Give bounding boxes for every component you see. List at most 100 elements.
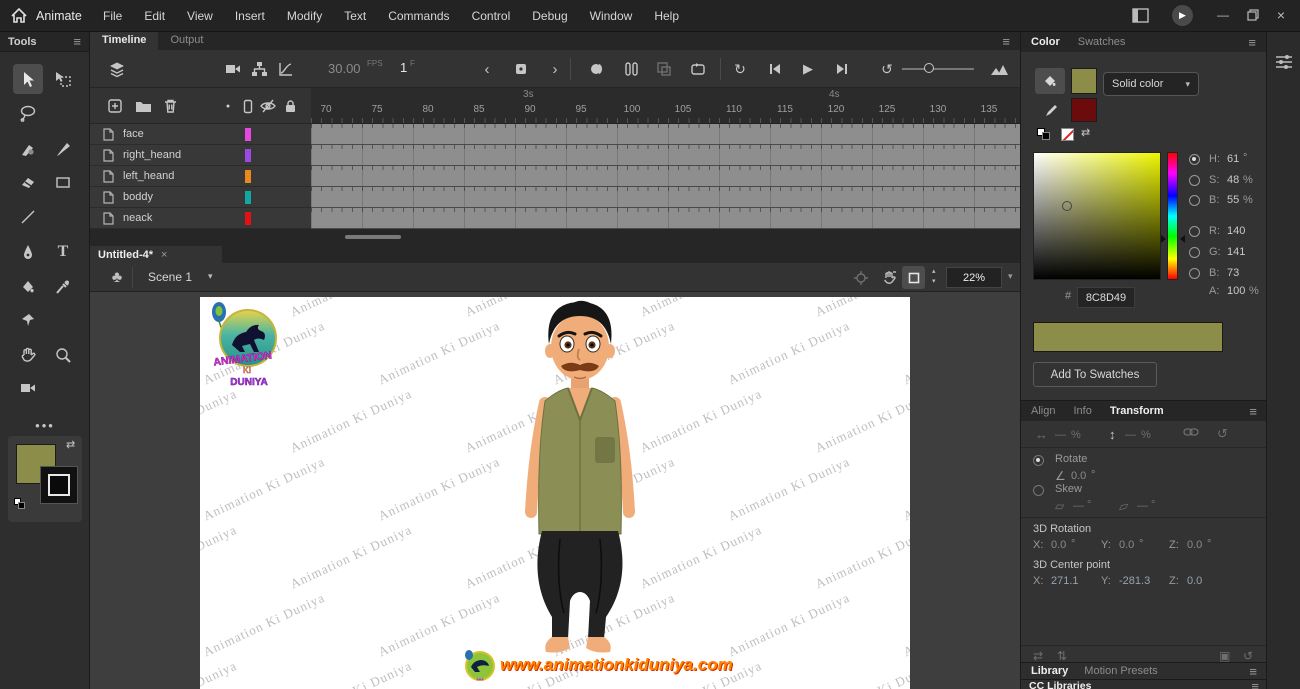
remove-transform-icon[interactable]: ↺ [1243, 649, 1253, 663]
g-value[interactable]: 141 [1227, 246, 1245, 258]
hue-slider[interactable] [1167, 152, 1178, 280]
rectangle-tool[interactable] [48, 167, 78, 197]
layer-row-boddy[interactable]: boddy [90, 187, 311, 208]
loop-playback-icon[interactable]: ↻ [729, 58, 751, 80]
onion-skin-icon[interactable] [586, 58, 608, 80]
timeline-zoom-knob[interactable] [924, 63, 934, 73]
scale-height-value[interactable]: — [1125, 429, 1136, 441]
document-tab[interactable]: Untitled-4* × [90, 246, 222, 263]
h-value[interactable]: 61 [1227, 153, 1239, 165]
frame-ruler[interactable]: 3s 4s 70 75 80 85 90 95 100 105 110 115 … [311, 88, 1020, 124]
hex-input[interactable] [1077, 287, 1135, 308]
layer-color-chip[interactable] [245, 212, 251, 225]
timeline-scroll-thumb[interactable] [345, 235, 401, 239]
frames-track[interactable] [311, 187, 1020, 208]
swap-colors-icon[interactable]: ⇄ [1081, 126, 1090, 139]
cc-libraries-menu-icon[interactable]: ≡ [1251, 680, 1259, 689]
saturation-brightness-picker[interactable] [1033, 152, 1161, 280]
tab-library[interactable]: Library [1031, 665, 1068, 677]
crosshair-icon[interactable] [850, 267, 872, 289]
library-menu-icon[interactable]: ≡ [1249, 665, 1257, 678]
hue-arrow-left[interactable] [1161, 235, 1166, 243]
tab-timeline[interactable]: Timeline [90, 32, 158, 50]
color-type-dropdown[interactable]: Solid color ▾ [1103, 72, 1199, 96]
layer-row-neack[interactable]: neack [90, 208, 311, 229]
previous-keyframe-icon[interactable]: ‹ [476, 58, 498, 80]
tools-menu-icon[interactable]: ≡ [73, 35, 81, 48]
b2-value[interactable]: 73 [1227, 267, 1239, 279]
scale-width-value[interactable]: — [1055, 429, 1066, 441]
classic-brush-tool[interactable] [48, 134, 78, 164]
zoom-chevron-icon[interactable]: ▾ [1008, 271, 1013, 282]
menu-insert[interactable]: Insert [235, 9, 265, 23]
center3d-z-value[interactable]: 0.0 [1187, 575, 1202, 587]
restore-button[interactable] [1238, 0, 1268, 30]
pen-tool[interactable] [13, 237, 43, 267]
workspace-icon[interactable] [1132, 8, 1149, 26]
step-back-icon[interactable] [764, 58, 786, 80]
frames-track[interactable] [311, 145, 1020, 166]
timeline-scrollbar[interactable] [90, 229, 1020, 246]
hand-tool[interactable] [13, 340, 43, 370]
fill-bucket-button[interactable] [1035, 68, 1065, 94]
lock-column-icon[interactable] [280, 96, 300, 116]
scene-name[interactable]: Scene 1 [148, 270, 192, 284]
eraser-tool[interactable] [13, 167, 43, 197]
loop-frames-icon[interactable] [687, 58, 709, 80]
flip-vertical-icon[interactable]: ⇅ [1057, 649, 1067, 663]
character-artwork[interactable] [500, 299, 660, 672]
minimize-button[interactable]: — [1208, 0, 1238, 30]
layer-row-face[interactable]: face [90, 124, 311, 145]
s-value[interactable]: 48 [1227, 174, 1239, 186]
default-colors-icon[interactable] [14, 498, 25, 509]
current-frame-value[interactable]: 1 [400, 60, 407, 75]
radio-b2[interactable] [1189, 268, 1200, 279]
selection-tool[interactable] [13, 64, 43, 94]
stage-canvas[interactable]: Animation Ki DuniyaAnimation Ki DuniyaAn… [200, 297, 910, 689]
layer-row-right-heand[interactable]: right_heand [90, 145, 311, 166]
tab-color[interactable]: Color [1031, 36, 1060, 48]
panel-stroke-swatch[interactable] [1071, 98, 1097, 122]
tab-align[interactable]: Align [1031, 405, 1055, 417]
tab-info[interactable]: Info [1073, 405, 1091, 417]
panel-fill-swatch[interactable] [1071, 68, 1097, 94]
rotate-radio[interactable] [1033, 455, 1044, 466]
menu-edit[interactable]: Edit [144, 9, 165, 23]
r-value[interactable]: 140 [1227, 225, 1245, 237]
b-value[interactable]: 55 [1227, 194, 1239, 206]
rot3d-z-value[interactable]: 0.0 [1187, 539, 1202, 551]
zoom-level[interactable]: 22% [946, 267, 1002, 288]
menu-modify[interactable]: Modify [287, 9, 322, 23]
layer-color-chip[interactable] [245, 149, 251, 162]
a-value[interactable]: 100 [1227, 285, 1245, 297]
free-transform-tool[interactable] [48, 64, 78, 94]
menu-file[interactable]: File [103, 9, 122, 23]
menu-window[interactable]: Window [590, 9, 633, 23]
properties-sliders-icon[interactable] [1275, 54, 1293, 73]
rotate-value[interactable]: 0.0 [1071, 470, 1086, 482]
camera-toggle-icon[interactable] [222, 58, 244, 80]
color-panel-menu-icon[interactable]: ≡ [1248, 36, 1256, 49]
add-to-swatches-button[interactable]: Add To Swatches [1033, 362, 1157, 387]
radio-b[interactable] [1189, 195, 1200, 206]
skew-v-value[interactable]: — [1137, 500, 1148, 512]
sb-selector[interactable] [1062, 201, 1072, 211]
frames-track[interactable] [311, 208, 1020, 229]
new-layer-icon[interactable] [105, 96, 125, 116]
duplicate-selection-icon[interactable]: ▣ [1219, 649, 1230, 663]
play-button[interactable]: ▶ [797, 58, 819, 80]
layer-color-chip[interactable] [245, 170, 251, 183]
default-colors-icon[interactable] [1037, 128, 1050, 140]
zoom-tool[interactable] [48, 340, 78, 370]
timeline-zoom-in-icon[interactable] [988, 58, 1010, 80]
frames-track[interactable] [311, 124, 1020, 145]
fps-value[interactable]: 30.00 [328, 61, 361, 76]
center3d-x-value[interactable]: 271.1 [1051, 575, 1079, 587]
tab-output[interactable]: Output [158, 32, 215, 50]
highlight-column-icon[interactable]: ● [218, 96, 238, 116]
asset-warp-tool[interactable] [13, 305, 43, 335]
stage-pasteboard[interactable]: Animation Ki DuniyaAnimation Ki DuniyaAn… [90, 292, 1020, 689]
rot3d-y-value[interactable]: 0.0 [1119, 539, 1134, 551]
edit-multiple-frames-icon[interactable] [653, 58, 675, 80]
layer-color-chip[interactable] [245, 128, 251, 141]
